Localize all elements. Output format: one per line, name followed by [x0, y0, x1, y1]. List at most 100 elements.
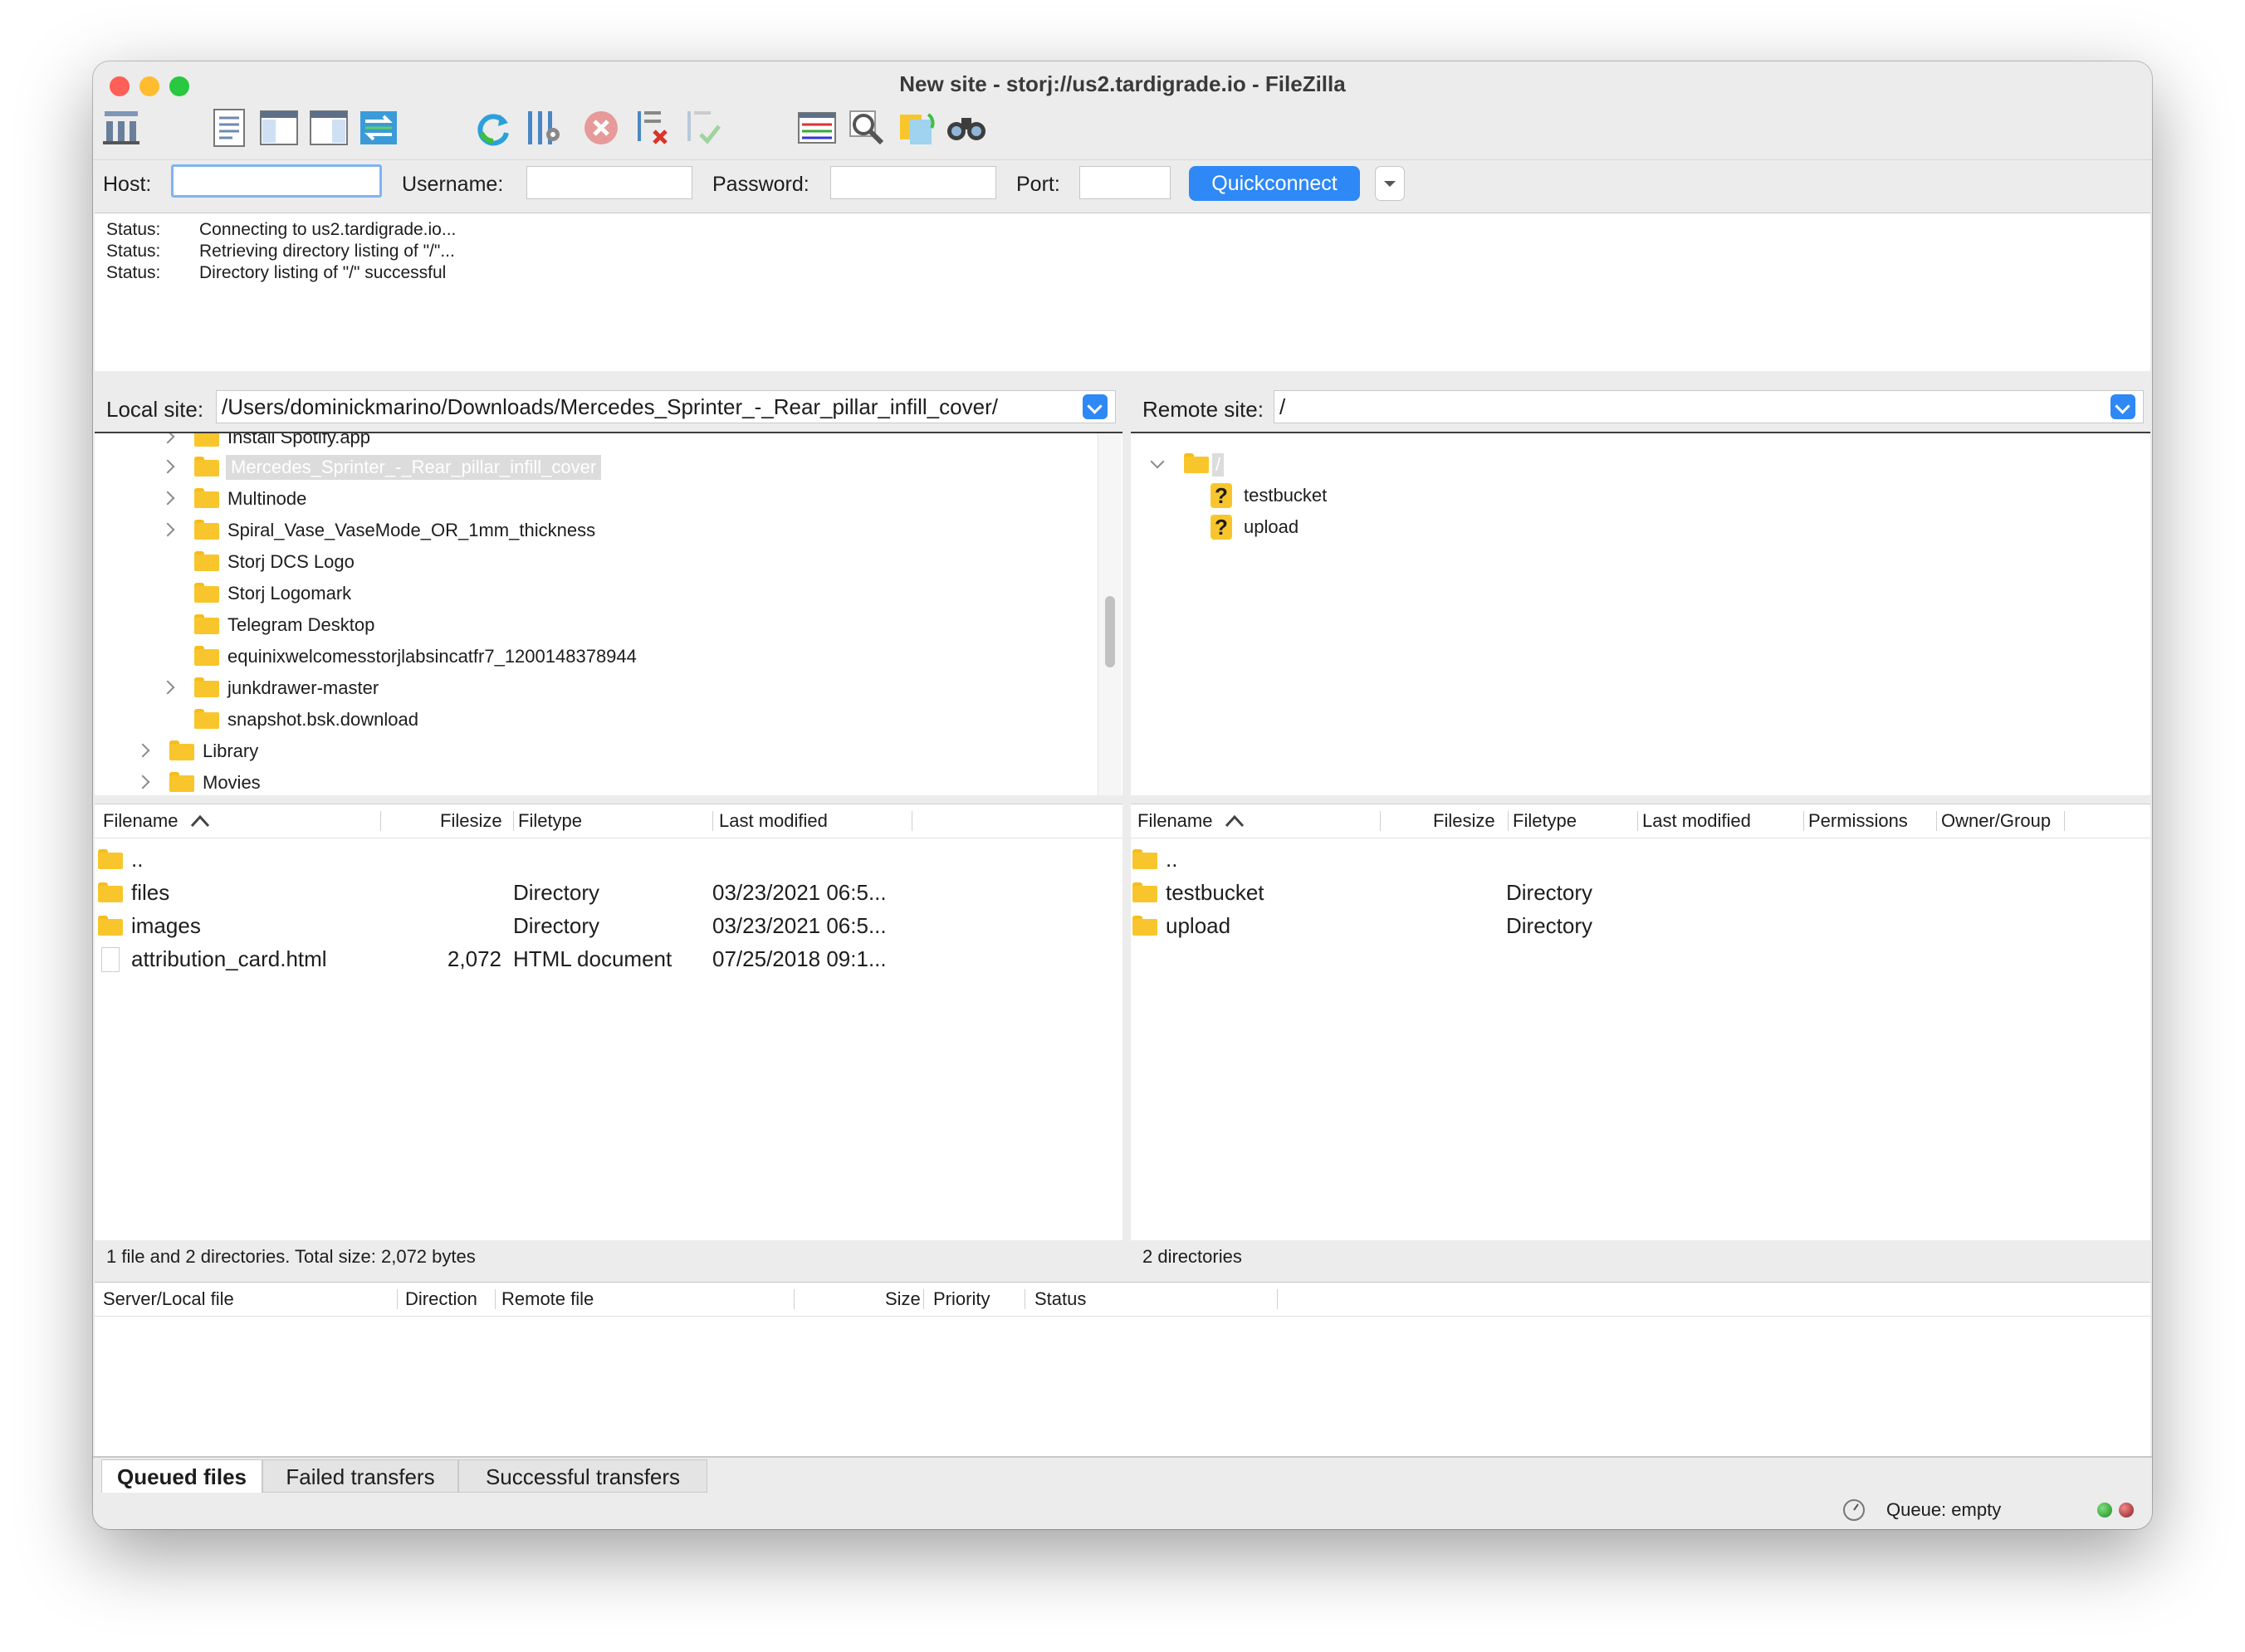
- quickconnect-history-dropdown[interactable]: [1375, 166, 1405, 201]
- toggle-local-tree-icon[interactable]: [257, 106, 301, 149]
- chevron-right-icon[interactable]: [160, 433, 175, 444]
- toggle-message-log-icon[interactable]: [208, 106, 251, 149]
- find-files-icon[interactable]: [945, 106, 988, 149]
- speed-limit-icon[interactable]: [1841, 1498, 1866, 1522]
- column-filename[interactable]: Filename: [103, 804, 178, 838]
- username-input[interactable]: [526, 166, 692, 199]
- local-tree-scrollbar[interactable]: [1098, 433, 1122, 795]
- remote-path-dropdown-button[interactable]: [2110, 394, 2135, 419]
- file-row[interactable]: testbucket Directory: [1131, 876, 2150, 909]
- tree-item-label: snapshot.bsk.download: [227, 709, 418, 730]
- tree-item-label: Library: [203, 740, 259, 761]
- tab-failed-transfers[interactable]: Failed transfers: [262, 1459, 458, 1493]
- chevron-right-icon[interactable]: [160, 522, 175, 537]
- queue-status: Queue: empty: [1886, 1499, 2002, 1520]
- file-name: attribution_card.html: [131, 946, 327, 971]
- file-row[interactable]: ..: [95, 843, 1122, 876]
- local-site-bar: Local site: /Users/dominickmarino/Downlo…: [95, 380, 1122, 432]
- sort-ascending-icon: [190, 814, 210, 828]
- file-row[interactable]: files Directory 03/23/2021 06:5...: [95, 876, 1122, 909]
- remote-path-combo[interactable]: /: [1274, 390, 2144, 423]
- disconnect-icon[interactable]: [631, 106, 674, 149]
- status-led-red-icon: [2119, 1503, 2134, 1518]
- toggle-transfer-queue-icon[interactable]: [357, 106, 400, 149]
- folder-icon: [98, 849, 123, 869]
- tree-item-label: Storj DCS Logo: [227, 551, 355, 572]
- process-queue-icon[interactable]: [521, 106, 565, 149]
- tab-successful-transfers[interactable]: Successful transfers: [458, 1459, 707, 1493]
- file-name: upload: [1166, 913, 1231, 938]
- column-filename[interactable]: Filename: [1137, 804, 1212, 838]
- scrollbar-thumb[interactable]: [1105, 596, 1115, 667]
- file-row[interactable]: attribution_card.html 2,072 HTML documen…: [95, 942, 1122, 975]
- column-last-modified[interactable]: Last modified: [1642, 804, 1751, 838]
- folder-icon: [1132, 849, 1157, 869]
- tree-item-label: Install Spotify.app: [227, 432, 371, 447]
- column-filetype[interactable]: Filetype: [1513, 804, 1577, 838]
- column-remote-file[interactable]: Remote file: [501, 1283, 594, 1316]
- column-owner-group[interactable]: Owner/Group: [1941, 804, 2051, 838]
- directory-filter-icon[interactable]: [795, 106, 839, 149]
- folder-icon: [1132, 882, 1157, 902]
- column-permissions[interactable]: Permissions: [1808, 804, 1908, 838]
- tab-queued-files[interactable]: Queued files: [101, 1459, 262, 1493]
- column-filesize[interactable]: Filesize: [440, 804, 502, 838]
- remote-tree[interactable]: / ? testbucket ? upload: [1131, 432, 2150, 795]
- folder-icon: [194, 433, 219, 447]
- tree-item-label: upload: [1244, 516, 1299, 537]
- chevron-right-icon[interactable]: [160, 459, 175, 474]
- cancel-icon[interactable]: [580, 106, 623, 149]
- log-line: Status: Connecting to us2.tardigrade.io..…: [106, 220, 457, 239]
- file-name: ..: [1166, 847, 1178, 872]
- column-filesize[interactable]: Filesize: [1433, 804, 1495, 838]
- column-last-modified[interactable]: Last modified: [719, 804, 828, 838]
- chevron-down-icon[interactable]: [1150, 454, 1165, 469]
- toggle-remote-tree-icon[interactable]: [307, 106, 350, 149]
- chevron-right-icon[interactable]: [135, 743, 150, 758]
- column-status[interactable]: Status: [1034, 1283, 1086, 1316]
- folder-icon: [194, 646, 219, 666]
- port-input[interactable]: [1079, 166, 1171, 199]
- file-row[interactable]: images Directory 03/23/2021 06:5...: [95, 909, 1122, 942]
- column-size[interactable]: Size: [885, 1283, 921, 1316]
- password-input[interactable]: [830, 166, 996, 199]
- folder-icon: [1132, 916, 1157, 936]
- status-led-green-icon: [2097, 1503, 2112, 1518]
- column-filetype[interactable]: Filetype: [518, 804, 582, 838]
- chevron-right-icon[interactable]: [160, 680, 175, 695]
- tree-item-label: testbucket: [1244, 485, 1328, 506]
- file-row[interactable]: ..: [1131, 843, 2150, 876]
- chevron-right-icon[interactable]: [160, 491, 175, 506]
- local-file-list[interactable]: Filename Filesize Filetype Last modified…: [95, 804, 1122, 1241]
- transfer-queue[interactable]: Server/Local file Direction Remote file …: [95, 1282, 2150, 1457]
- remote-status: 2 directories: [1131, 1240, 2150, 1273]
- folder-icon: [194, 488, 219, 508]
- host-input[interactable]: [171, 164, 382, 198]
- remote-file-list[interactable]: Filename Filesize Filetype Last modified…: [1131, 804, 2150, 1241]
- refresh-icon[interactable]: [472, 106, 515, 149]
- folder-icon: [194, 677, 219, 697]
- compare-icon[interactable]: [895, 106, 938, 149]
- log-line: Status: Directory listing of "/" successf…: [106, 263, 447, 282]
- file-modified: 03/23/2021 06:5...: [712, 913, 887, 938]
- reconnect-icon[interactable]: [681, 106, 724, 149]
- search-icon[interactable]: [845, 106, 888, 149]
- question-folder-icon: ?: [1211, 483, 1232, 508]
- chevron-down-icon: [1384, 181, 1396, 187]
- column-server-local-file[interactable]: Server/Local file: [103, 1283, 234, 1316]
- folder-icon: [194, 583, 219, 603]
- file-modified: 03/23/2021 06:5...: [712, 880, 887, 905]
- filezilla-window: New site - storj://us2.tardigrade.io - F…: [93, 61, 2152, 1529]
- local-tree[interactable]: Install Spotify.app Mercedes_Sprinter_-_…: [95, 432, 1122, 795]
- quickconnect-button[interactable]: Quickconnect: [1189, 166, 1360, 201]
- document-icon: [101, 947, 120, 972]
- column-direction[interactable]: Direction: [405, 1283, 477, 1316]
- local-path-dropdown-button[interactable]: [1083, 394, 1108, 419]
- chevron-right-icon[interactable]: [135, 775, 150, 789]
- local-path-combo[interactable]: /Users/dominickmarino/Downloads/Mercedes…: [216, 390, 1116, 423]
- file-row[interactable]: upload Directory: [1131, 909, 2150, 942]
- tree-item-label: Telegram Desktop: [227, 614, 375, 635]
- column-priority[interactable]: Priority: [933, 1283, 990, 1316]
- site-manager-icon[interactable]: [100, 106, 143, 149]
- file-name: testbucket: [1166, 880, 1264, 905]
